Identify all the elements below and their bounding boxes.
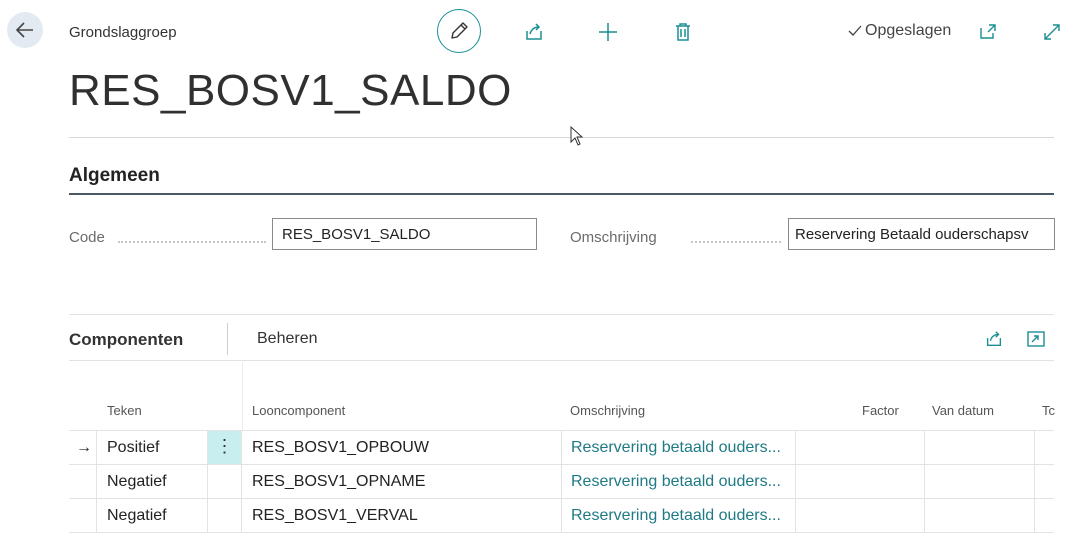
description-cell[interactable]: Reservering betaald ouders... [562, 499, 796, 533]
delete-button[interactable] [669, 18, 697, 46]
pencil-icon [451, 22, 468, 39]
back-button[interactable] [7, 12, 43, 48]
components-separator [227, 323, 228, 355]
header-column-separator [242, 362, 243, 430]
saved-status-label: Opgeslagen [865, 22, 952, 39]
back-arrow-icon [15, 22, 33, 38]
from-date-cell[interactable] [925, 465, 1035, 499]
row-marker: → [69, 431, 97, 465]
column-header-factor[interactable]: Factor [862, 403, 899, 418]
factor-cell[interactable] [796, 499, 925, 533]
expand-icon [1044, 24, 1060, 40]
code-label: Code [69, 229, 105, 246]
column-header-sign[interactable]: Teken [107, 403, 142, 418]
new-button[interactable] [594, 18, 622, 46]
plus-icon [599, 23, 617, 41]
table-row[interactable]: Negatief RES_BOSV1_OPNAME Reservering be… [69, 465, 1054, 499]
row-menu-slot[interactable] [208, 499, 242, 533]
table-row[interactable]: → Positief ⋮ RES_BOSV1_OPBOUW Reserverin… [69, 431, 1054, 465]
sign-cell[interactable]: Positief [97, 431, 208, 465]
open-new-window-button[interactable] [976, 20, 1000, 44]
column-header-to-date[interactable]: Tc [1042, 403, 1055, 418]
checkmark-icon [848, 25, 862, 36]
column-header-component[interactable]: Looncomponent [252, 403, 345, 418]
components-top-divider [69, 314, 1054, 315]
row-menu-button[interactable]: ⋮ [208, 431, 242, 465]
factor-cell[interactable] [796, 431, 925, 465]
mouse-cursor-icon [570, 126, 584, 146]
section-divider [69, 193, 1054, 195]
open-new-window-icon [980, 24, 996, 39]
description-cell[interactable]: Reservering betaald ouders... [562, 465, 796, 499]
page-caption: Grondslaggroep [69, 24, 177, 41]
column-header-from-date[interactable]: Van datum [932, 403, 994, 418]
title-divider [69, 137, 1054, 138]
from-date-cell[interactable] [925, 499, 1035, 533]
share-button[interactable] [520, 18, 548, 46]
sign-cell[interactable]: Negatief [97, 499, 208, 533]
code-dots [118, 241, 266, 243]
components-focus-button[interactable] [1024, 327, 1048, 351]
row-menu-slot[interactable] [208, 465, 242, 499]
saved-status: Opgeslagen [847, 22, 951, 40]
manage-action[interactable]: Beheren [257, 330, 318, 348]
row-marker-empty [69, 499, 97, 533]
to-date-cell[interactable] [1035, 431, 1054, 465]
components-bottom-divider [69, 360, 1054, 361]
to-date-cell[interactable] [1035, 465, 1054, 499]
description-label: Omschrijving [570, 229, 657, 246]
focus-mode-icon [1027, 331, 1045, 347]
components-share-button[interactable] [982, 327, 1006, 351]
table-row[interactable]: Negatief RES_BOSV1_VERVAL Reservering be… [69, 499, 1054, 533]
component-cell[interactable]: RES_BOSV1_VERVAL [242, 499, 562, 533]
from-date-cell[interactable] [925, 431, 1035, 465]
components-title[interactable]: Componenten [69, 330, 183, 350]
code-field[interactable]: RES_BOSV1_SALDO [272, 218, 537, 250]
component-cell[interactable]: RES_BOSV1_OPBOUW [242, 431, 562, 465]
section-title-general: Algemeen [69, 165, 160, 186]
share-icon [526, 23, 542, 40]
description-dots [691, 241, 781, 243]
edit-button[interactable] [437, 9, 481, 53]
sign-cell[interactable]: Negatief [97, 465, 208, 499]
description-field[interactable]: Reservering Betaald ouderschapsv [788, 218, 1055, 250]
share-icon [986, 331, 1002, 347]
row-marker-empty [69, 465, 97, 499]
page-title: RES_BOSV1_SALDO [69, 66, 512, 115]
trash-icon [676, 23, 690, 41]
factor-cell[interactable] [796, 465, 925, 499]
component-cell[interactable]: RES_BOSV1_OPNAME [242, 465, 562, 499]
description-cell[interactable]: Reservering betaald ouders... [562, 431, 796, 465]
column-header-description[interactable]: Omschrijving [570, 403, 645, 418]
expand-button[interactable] [1040, 20, 1064, 44]
to-date-cell[interactable] [1035, 499, 1054, 533]
